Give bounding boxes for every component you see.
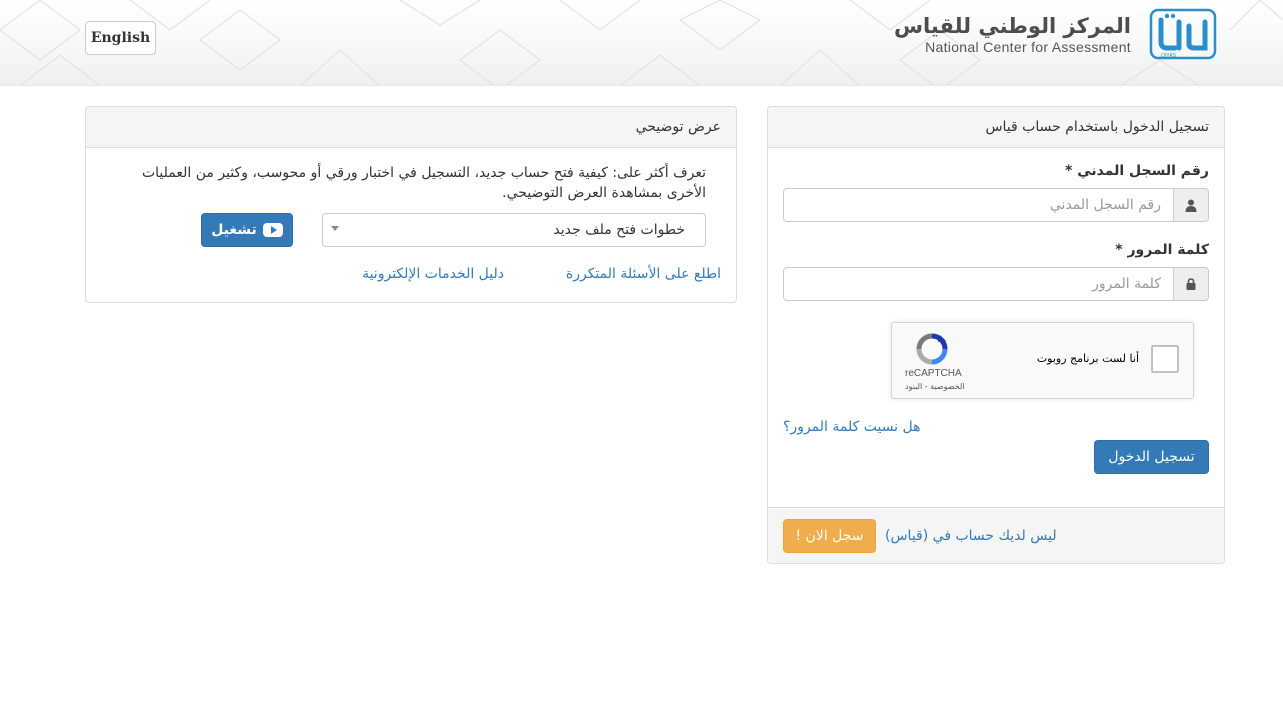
- no-account-text: ليس لديك حساب في (قياس): [885, 528, 1057, 544]
- brand-name-english: National Center for Assessment: [925, 38, 1131, 55]
- civil-id-input[interactable]: [783, 188, 1173, 222]
- register-now-button[interactable]: سجل الان !: [783, 519, 876, 553]
- brand[interactable]: المركز الوطني للقياس National Center for…: [894, 8, 1217, 60]
- forgot-password-link[interactable]: هل نسيت كلمة المرور؟: [783, 419, 921, 435]
- qiyas-logo-icon: QIYAS: [1149, 8, 1217, 60]
- login-button[interactable]: تسجيل الدخول: [1094, 440, 1209, 474]
- demo-panel: عرض توضيحي تعرف أكثر على: كيفية فتح حساب…: [85, 106, 737, 303]
- demo-steps-select[interactable]: خطوات فتح ملف جديد: [322, 213, 706, 247]
- recaptcha-brand: reCAPTCHA: [905, 368, 962, 379]
- user-icon: [1173, 188, 1209, 222]
- caret-down-icon: [331, 226, 339, 231]
- password-input-group: [783, 267, 1209, 301]
- english-language-button[interactable]: English: [85, 21, 156, 55]
- recaptcha-logo-icon: [916, 333, 948, 365]
- login-panel-footer: ليس لديك حساب في (قياس) سجل الان !: [768, 507, 1224, 563]
- youtube-play-icon: [262, 223, 283, 237]
- recaptcha-label: أنا لست برنامج روبوت: [1036, 352, 1139, 365]
- eservices-guide-link[interactable]: دليل الخدمات الإلكترونية: [362, 266, 504, 282]
- civil-id-input-group: [783, 188, 1209, 222]
- login-panel-title: تسجيل الدخول باستخدام حساب قياس: [768, 107, 1224, 148]
- password-input[interactable]: [783, 267, 1173, 301]
- lock-icon: [1173, 267, 1209, 301]
- site-header: English المركز الوطني للقياس National Ce…: [0, 0, 1283, 86]
- login-panel: تسجيل الدخول باستخدام حساب قياس رقم السج…: [767, 106, 1225, 564]
- brand-name-arabic: المركز الوطني للقياس: [894, 13, 1131, 38]
- demo-description: تعرف أكثر على: كيفية فتح حساب جديد، التس…: [141, 165, 706, 201]
- demo-select-value: خطوات فتح ملف جديد: [553, 222, 685, 238]
- password-label: كلمة المرور *: [1115, 242, 1209, 258]
- faq-link[interactable]: اطلع على الأسئلة المتكررة: [566, 266, 721, 282]
- brand-text: المركز الوطني للقياس National Center for…: [894, 13, 1131, 56]
- recaptcha-checkbox[interactable]: [1151, 345, 1179, 373]
- civil-id-label: رقم السجل المدني *: [1065, 163, 1209, 179]
- demo-panel-title: عرض توضيحي: [86, 107, 736, 148]
- recaptcha-widget: أنا لست برنامج روبوت reCAPTCHA الخصوصية …: [891, 322, 1194, 399]
- logo-caption: QIYAS: [1161, 53, 1177, 59]
- play-button-label: تشغيل: [211, 222, 257, 238]
- play-demo-button[interactable]: تشغيل: [201, 213, 293, 247]
- recaptcha-privacy-terms[interactable]: الخصوصية - البنود: [905, 382, 965, 391]
